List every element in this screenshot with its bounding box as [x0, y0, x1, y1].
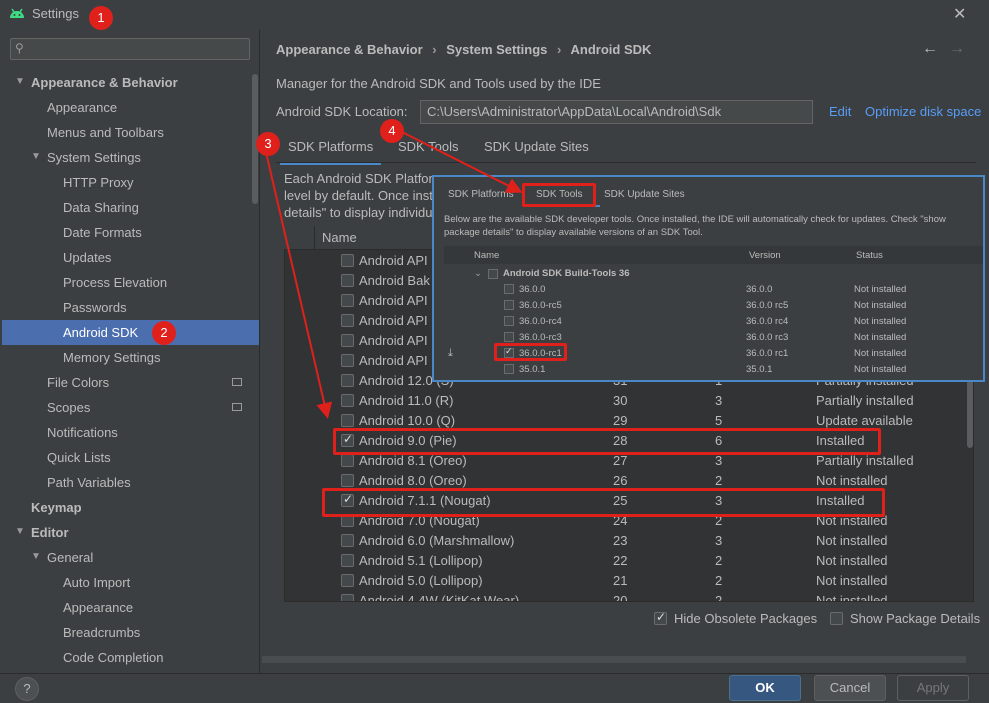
annotation-badge-3: 3: [256, 132, 280, 156]
annotation-arrows: [264, 130, 523, 419]
annotation-badge-1: 1: [89, 6, 113, 30]
annotation-badge-4: 4: [380, 119, 404, 143]
annotation-badge-2: 2: [152, 321, 176, 345]
